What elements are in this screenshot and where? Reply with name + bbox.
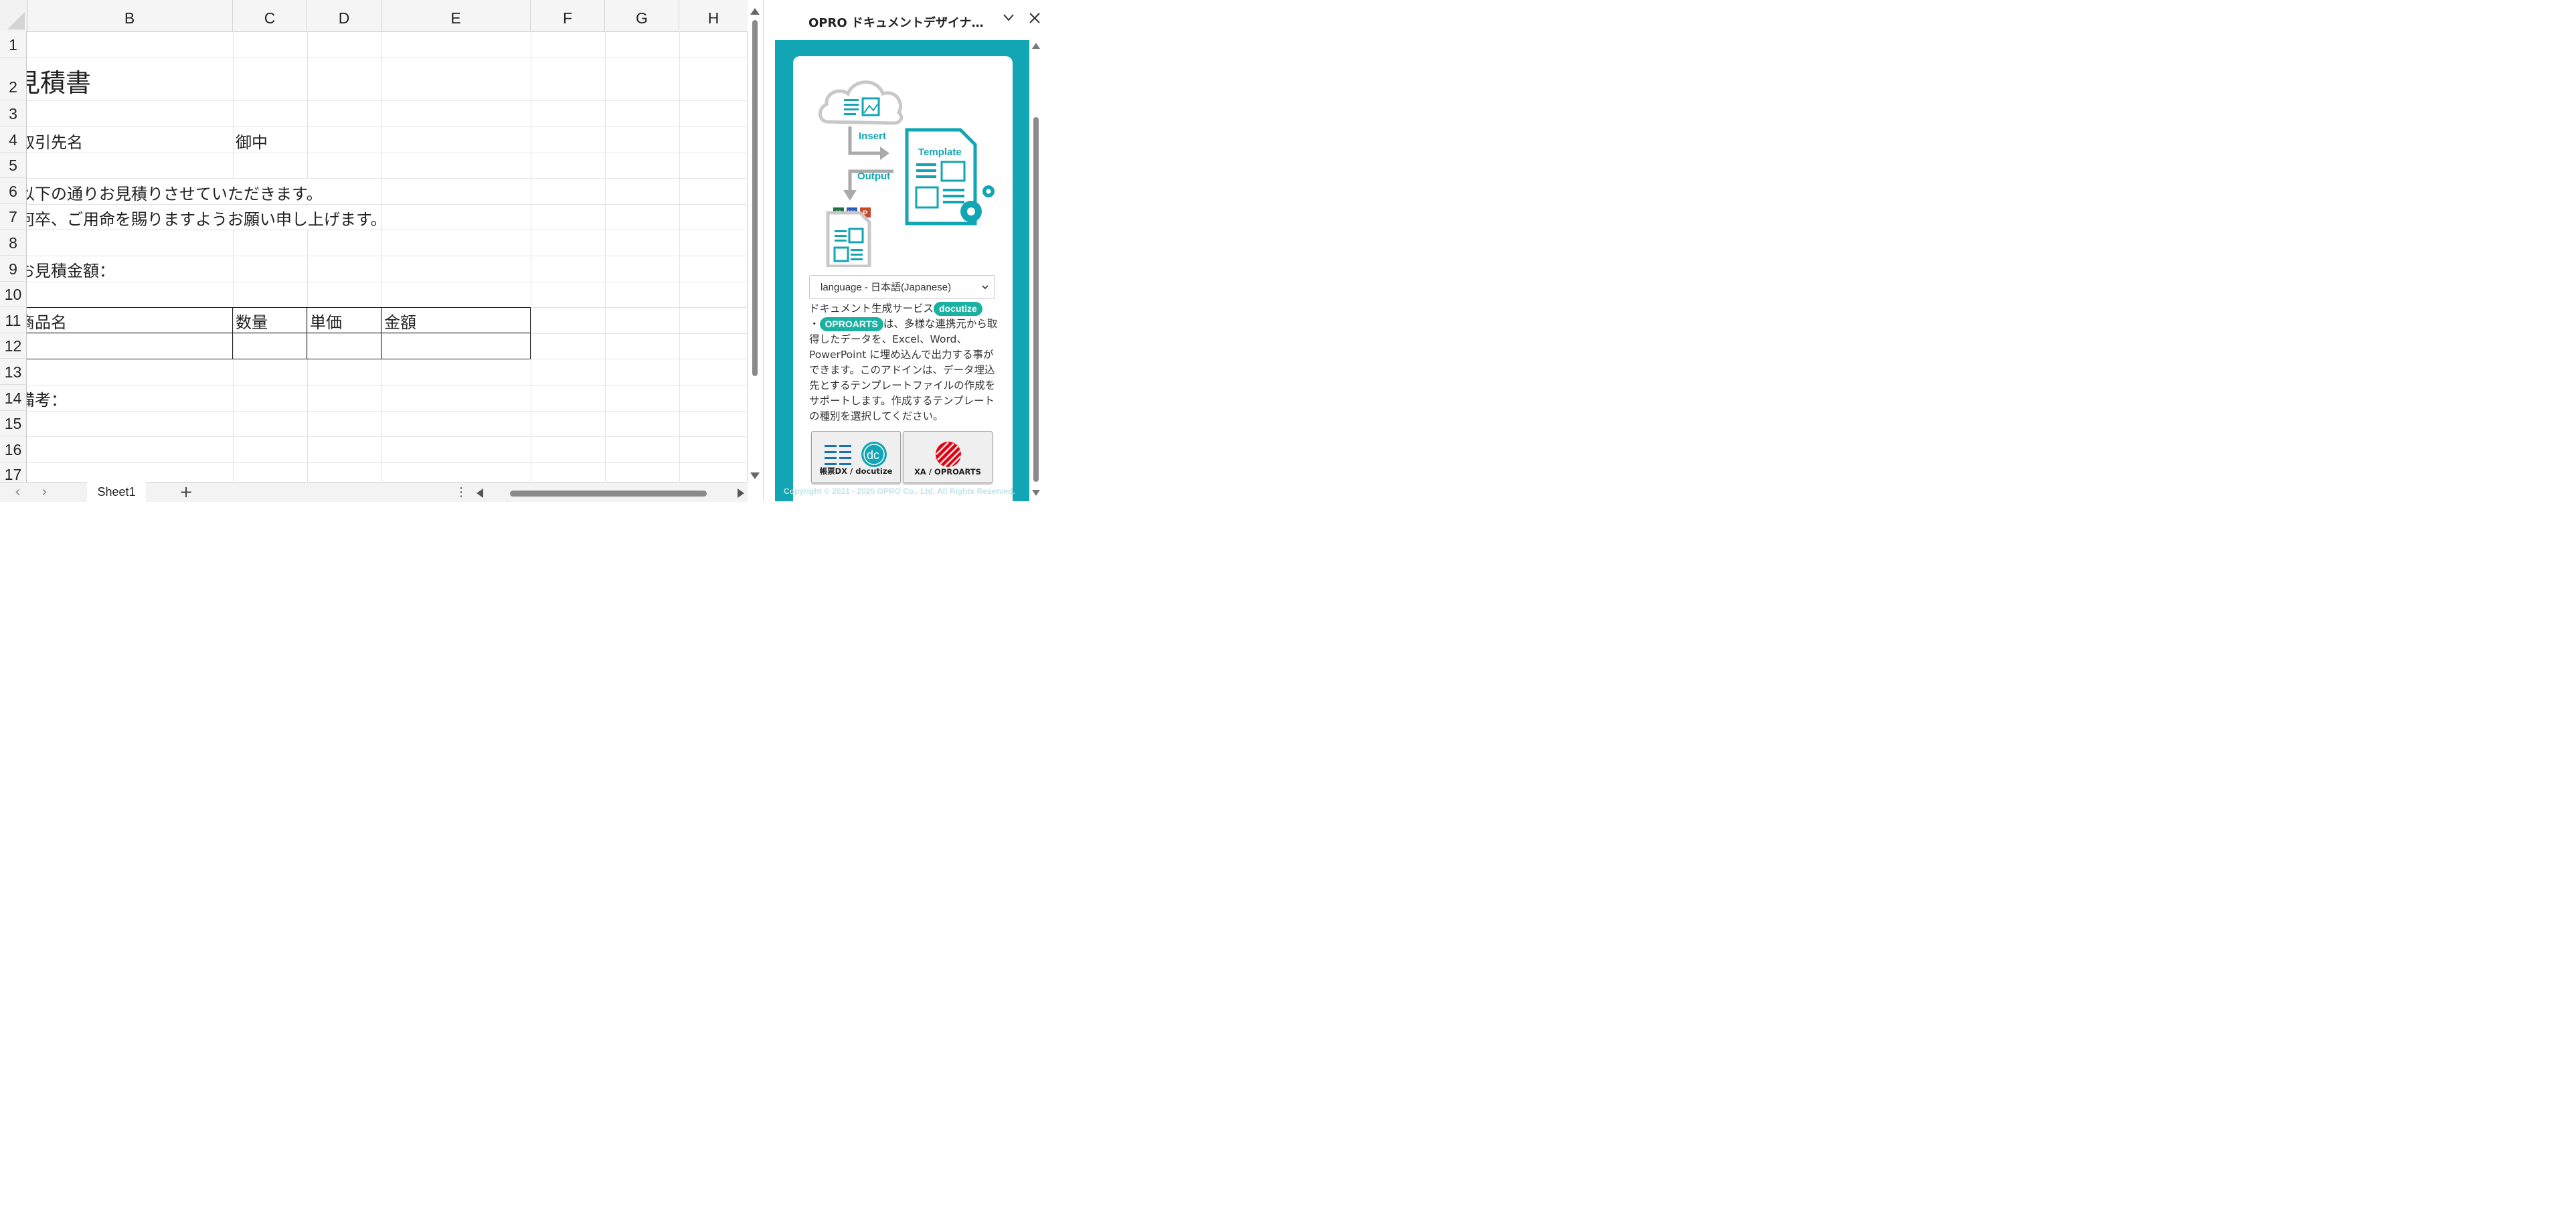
column-header-h[interactable]: H <box>679 0 748 31</box>
vertical-scroll-thumb[interactable] <box>752 20 758 376</box>
scroll-down-arrow-icon[interactable] <box>1032 490 1040 496</box>
copyright-text: Copyright © 2021 - 2025 OPRO Co., Ltd. A… <box>784 487 1015 496</box>
cell-text-layer: 見積書 取引先名 御中 以下の通りお見積りさせていただきます。 何卒、ご用命を賜… <box>27 31 748 482</box>
description-separator: ・ <box>809 318 820 330</box>
chevron-down-icon <box>981 276 989 300</box>
row-header-10[interactable]: 10 <box>0 282 27 307</box>
greeting-line-2: 何卒、ご用命を賜りますようお願い申し上げます。 <box>27 210 387 229</box>
add-in-task-pane: OPRO ドキュメントデザイナー for Excel Insert Outpu <box>763 0 1050 501</box>
oproarts-button-label: XA / OPROARTS <box>914 467 981 476</box>
more-options-icon[interactable]: ⋮ <box>455 485 467 499</box>
quote-title: 見積書 <box>27 68 92 98</box>
row-header-5[interactable]: 5 <box>0 153 27 178</box>
column-header-bar: B C D E F G H <box>0 0 748 32</box>
table-header-product: 商品名 <box>27 313 67 332</box>
table-header-unit-price: 単価 <box>310 313 342 332</box>
column-header-d[interactable]: D <box>307 0 381 31</box>
docutize-logo-text: dc <box>867 448 879 462</box>
oproarts-template-button[interactable]: XA / OPROARTS <box>903 431 993 483</box>
description-part-1: ドキュメント生成サービス <box>809 302 934 315</box>
row-header-12[interactable]: 12 <box>0 333 27 359</box>
row-header-14[interactable]: 14 <box>0 385 27 411</box>
template-label: Template <box>918 147 962 158</box>
column-header-e[interactable]: E <box>381 0 531 31</box>
select-all-corner[interactable] <box>0 0 27 31</box>
table-header-amount: 金額 <box>384 313 416 332</box>
greeting-line-1: 以下の通りお見積りさせていただきます。 <box>27 185 323 203</box>
task-pane-body: Insert Output X W P Template <box>775 40 1029 501</box>
row-header-11[interactable]: 11 <box>0 307 27 333</box>
column-header-c[interactable]: C <box>233 0 307 31</box>
insert-label: Insert <box>859 130 886 142</box>
row-header-15[interactable]: 15 <box>0 411 27 436</box>
table-header-quantity: 数量 <box>236 313 268 332</box>
scroll-up-arrow-icon[interactable] <box>750 8 760 15</box>
column-header-b[interactable]: B <box>27 0 233 31</box>
row-header-7[interactable]: 7 <box>0 204 27 230</box>
row-header-17[interactable]: 17 <box>0 462 27 483</box>
client-name-label: 取引先名 <box>27 133 83 152</box>
row-header-6[interactable]: 6 <box>0 178 27 204</box>
description-text: ドキュメント生成サービス docutize ・ OPROARTS は、多様な連携元から取… <box>809 301 1003 424</box>
row-header-2[interactable]: 2 <box>0 58 27 100</box>
language-select-value: language - 日本語(Japanese) <box>821 282 952 293</box>
column-header-f[interactable]: F <box>531 0 605 31</box>
honorific-label: 御中 <box>236 133 268 152</box>
scroll-right-arrow-icon[interactable] <box>738 489 744 498</box>
docutize-template-button[interactable]: dc 帳票DX / docutize <box>811 431 901 483</box>
language-select[interactable]: language - 日本語(Japanese) <box>809 275 995 299</box>
select-all-triangle <box>7 12 25 29</box>
sheet-tab-bar: ‹ › Sheet1 + ⋮ <box>0 482 748 504</box>
row-header-8[interactable]: 8 <box>0 230 27 256</box>
document-flow-illustration: Insert Output X W P Template <box>819 80 995 267</box>
scroll-down-arrow-icon[interactable] <box>750 472 760 479</box>
row-header-3[interactable]: 3 <box>0 100 27 126</box>
prev-sheet-icon[interactable]: ‹ <box>15 484 21 501</box>
task-pane-card: Insert Output X W P Template <box>793 56 1013 501</box>
spreadsheet-area: B C D E F G H 1 2 3 4 5 6 7 8 9 10 11 12… <box>0 0 763 504</box>
scroll-left-arrow-icon[interactable] <box>477 489 483 498</box>
scroll-up-arrow-icon[interactable] <box>1032 43 1040 49</box>
docutize-button-label: 帳票DX / docutize <box>819 466 893 476</box>
add-sheet-button[interactable]: + <box>179 482 193 501</box>
quote-amount-label: お見積金額： <box>27 262 115 280</box>
row-header-4[interactable]: 4 <box>0 126 27 153</box>
docutize-pill: docutize <box>934 302 982 316</box>
chevron-down-icon[interactable] <box>1002 11 1015 28</box>
row-header-16[interactable]: 16 <box>0 436 27 462</box>
row-header-1[interactable]: 1 <box>0 31 27 58</box>
description-part-3: は、多様な連携元から取得したデータを、Excel、Word、PowerPoint… <box>809 318 998 422</box>
output-label: Output <box>857 171 890 182</box>
task-pane-scrollbar[interactable] <box>1030 40 1042 499</box>
task-pane-scroll-thumb[interactable] <box>1033 117 1039 482</box>
sheet-tab-sheet1[interactable]: Sheet1 <box>87 482 146 504</box>
column-header-g[interactable]: G <box>605 0 679 31</box>
oproarts-pill: OPROARTS <box>819 317 883 331</box>
task-pane-title: OPRO ドキュメントデザイナー for Excel <box>808 16 993 30</box>
row-header-13[interactable]: 13 <box>0 359 27 385</box>
oproarts-logo-icon <box>936 442 962 468</box>
remarks-label: 備考： <box>27 391 67 410</box>
row-header-9[interactable]: 9 <box>0 256 27 282</box>
next-sheet-icon[interactable]: › <box>41 484 48 501</box>
vertical-scrollbar[interactable] <box>748 0 763 482</box>
close-icon[interactable] <box>1029 9 1041 28</box>
horizontal-scroll-thumb[interactable] <box>510 491 707 497</box>
